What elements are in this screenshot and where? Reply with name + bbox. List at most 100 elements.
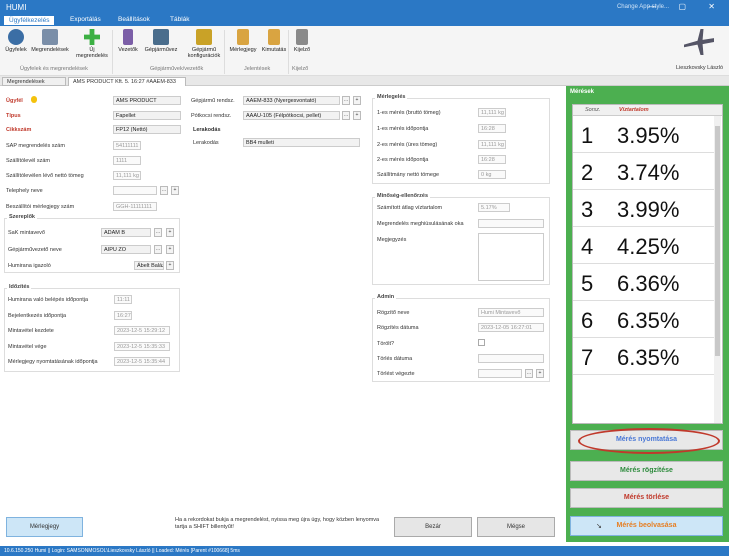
torlest-vegezte-select[interactable] xyxy=(478,369,522,378)
sap-input[interactable]: 54111111 xyxy=(113,141,141,150)
bezar-button[interactable]: Bezár xyxy=(394,517,472,537)
ugyfelek-button[interactable]: Ügyfelek xyxy=(4,29,28,53)
meres2-ido-input[interactable]: 16:28 xyxy=(478,155,506,164)
szall-netto-input[interactable]: 11,111 kg xyxy=(113,171,141,180)
potkocsi-label: Pótkocsi rendsz. xyxy=(191,113,232,119)
highlight-ellipse xyxy=(578,428,720,454)
rogzites-datum-input[interactable]: 2023-12-05 16:27:01 xyxy=(478,323,544,332)
menu-ugyfelkezeles[interactable]: Ügyfélkezelés xyxy=(4,16,55,25)
group-gepjarmuvek: Gépjárművek/vezetők xyxy=(150,66,204,72)
atlag-viz-input[interactable]: 5.17% xyxy=(478,203,510,212)
telephely-select[interactable] xyxy=(113,186,157,195)
mintavetel-vege-input[interactable]: 2023-12-5 15:35:33 xyxy=(114,342,170,351)
kimutatas-button[interactable]: Kimutatás xyxy=(260,29,288,53)
mintavevo-add-button[interactable]: + xyxy=(166,228,174,237)
torlest-add-button[interactable]: + xyxy=(536,369,544,378)
gepjarmuvezeto-select[interactable]: AIPU ZO xyxy=(101,245,151,254)
uj-megrendeles-button[interactable]: Új megrendelés xyxy=(74,29,110,59)
tab-megrendelesek[interactable]: Megrendelések xyxy=(2,77,66,86)
humirana-belepes-input[interactable]: 11:11 xyxy=(114,295,132,304)
meres2-input[interactable]: 11,111 kg xyxy=(478,140,506,149)
torles-datum-label: Törlés dátuma xyxy=(377,356,413,362)
potkocsi-more-button[interactable]: … xyxy=(342,111,350,120)
rogzites-datum-label: Rögzítés dátuma xyxy=(377,325,419,331)
vezeto-add-button[interactable]: + xyxy=(166,245,174,254)
vezetok-button[interactable]: Vezetők xyxy=(116,29,140,53)
sap-label: SAP megrendelés szám xyxy=(6,143,65,149)
tipus-select[interactable]: Fapellet xyxy=(113,111,181,120)
merlegjegy-button[interactable]: Mérlegjegy xyxy=(228,29,258,53)
meres-torlese-button[interactable]: Mérés törlése xyxy=(570,488,723,508)
scrollbar-thumb[interactable] xyxy=(715,126,720,356)
mintavetel-kezdete-input[interactable]: 2023-12-5 15:29:12 xyxy=(114,326,170,335)
grid-scrollbar[interactable] xyxy=(714,116,721,423)
mintavevo-more-button[interactable]: … xyxy=(154,228,162,237)
table-row[interactable]: 7 6.35% xyxy=(573,338,714,375)
gepjarmu-more-button[interactable]: … xyxy=(342,96,350,105)
megjegyzes-textarea[interactable] xyxy=(478,233,544,281)
group-ugyfelek: Ügyfelek és megrendelések xyxy=(20,66,88,72)
telephely-more-button[interactable]: … xyxy=(160,186,168,195)
szallitolevel-input[interactable]: 1111 xyxy=(113,156,141,165)
display-icon xyxy=(296,29,308,45)
megse-button[interactable]: Mégse xyxy=(477,517,555,537)
lerakodo-label: Lerakodás xyxy=(193,140,219,146)
lerakodo-select[interactable]: BB4 mulleti xyxy=(243,138,360,147)
gepjarmu-add-button[interactable]: + xyxy=(353,96,361,105)
ugyfel-select[interactable]: AMS PRODUCT xyxy=(113,96,181,105)
lerakodas-title: Lerakodás xyxy=(193,127,221,133)
driver-icon xyxy=(123,29,133,45)
torolt-checkbox[interactable] xyxy=(478,339,485,346)
potkocsi-select[interactable]: AAAU-105 (Félpótkocsi, pellet) xyxy=(243,111,340,120)
beszallitoi-input[interactable]: GGH-11111111 xyxy=(113,202,157,211)
sap-mintavevo-select[interactable]: ADAM B xyxy=(101,228,151,237)
rogzito-select[interactable]: Humi Mintavevő xyxy=(478,308,544,317)
netto-tomeg-input[interactable]: 0 kg xyxy=(478,170,506,179)
torlest-more-button[interactable]: … xyxy=(525,369,533,378)
meresek-grid[interactable]: Sorsz. Víztartalom 1 3.95% 2 3.74% 3 3.99% … xyxy=(572,104,723,424)
beszallitoi-label: Beszállítói mérlegjegy szám xyxy=(6,204,75,210)
meres1-input[interactable]: 11,111 kg xyxy=(478,108,506,117)
cikkszam-select[interactable]: FP12 (Nettó) xyxy=(113,125,181,134)
gepjarmu-rendsz-select[interactable]: AAEM-833 (Nyergesvontató) xyxy=(243,96,340,105)
igazolo-add-button[interactable]: + xyxy=(166,261,174,270)
cikkszam-label: Cikkszám xyxy=(6,127,32,133)
megrendelesek-button[interactable]: Megrendelések xyxy=(30,29,70,53)
torolt-label: Törölt? xyxy=(377,341,395,347)
table-row[interactable]: 5 6.36% xyxy=(573,264,714,301)
menu-beallitasok[interactable]: Beállítások xyxy=(118,16,150,23)
meres1-ido-input[interactable]: 16:28 xyxy=(478,124,506,133)
cursor-icon: ↘ xyxy=(596,523,602,530)
table-row[interactable]: 3 3.99% xyxy=(573,190,714,227)
bejelentkezes-label: Bejelentkezés időpontja xyxy=(8,313,67,319)
vezeto-more-button[interactable]: … xyxy=(154,245,162,254)
gepjarmu-konfig-button[interactable]: Gépjármű konfigurációk xyxy=(184,29,224,59)
bejelentkezes-input[interactable]: 16:27 xyxy=(114,311,132,320)
potkocsi-add-button[interactable]: + xyxy=(353,111,361,120)
torles-datum-input[interactable] xyxy=(478,354,544,363)
col-sorsz[interactable]: Sorsz. xyxy=(585,107,601,113)
menu-tablak[interactable]: Táblák xyxy=(170,16,190,23)
status-bar: 10.6.150.250 Humi || Login: SAMSONMOSOL\… xyxy=(0,546,729,556)
report-icon xyxy=(268,29,280,45)
merlegeles-title: Mérlegelés xyxy=(375,94,408,100)
kijelzo-button[interactable]: Kijelző xyxy=(292,29,312,53)
table-row[interactable]: 6 6.35% xyxy=(573,301,714,338)
gepjarmuvez-button[interactable]: Gépjárművez xyxy=(142,29,180,53)
menu-exportalas[interactable]: Exportálás xyxy=(70,16,101,23)
table-row[interactable]: 2 3.74% xyxy=(573,153,714,190)
shift-notice: Ha a rekordokat bukja a megrendelést, ny… xyxy=(175,517,380,530)
meres-rogzitese-button[interactable]: Mérés rögzítése xyxy=(570,461,723,481)
telephely-add-button[interactable]: + xyxy=(171,186,179,195)
table-row[interactable]: 4 4.25% xyxy=(573,227,714,264)
tab-order-detail[interactable]: AMS PRODUCT Kft. 5. 16:27 #AAEM-833 xyxy=(68,77,186,86)
meghiusulas-select[interactable] xyxy=(478,219,544,228)
minoseg-title: Minőség-ellenőrzés xyxy=(375,193,431,199)
nyomtatas-idopont-input[interactable]: 2023-12-5 15:35:44 xyxy=(114,357,170,366)
col-viztartalom[interactable]: Víztartalom xyxy=(619,107,649,113)
humirana-igazolo-select[interactable]: Ábelt Balázs xyxy=(134,261,164,270)
table-row[interactable]: 1 3.95% xyxy=(573,116,714,153)
meres-beolvasasa-button[interactable]: Mérés beolvasása xyxy=(570,516,723,536)
merlegjegy-button[interactable]: Mérlegjegy xyxy=(6,517,83,537)
window-controls[interactable]: — ▢ ✕ xyxy=(648,2,725,11)
